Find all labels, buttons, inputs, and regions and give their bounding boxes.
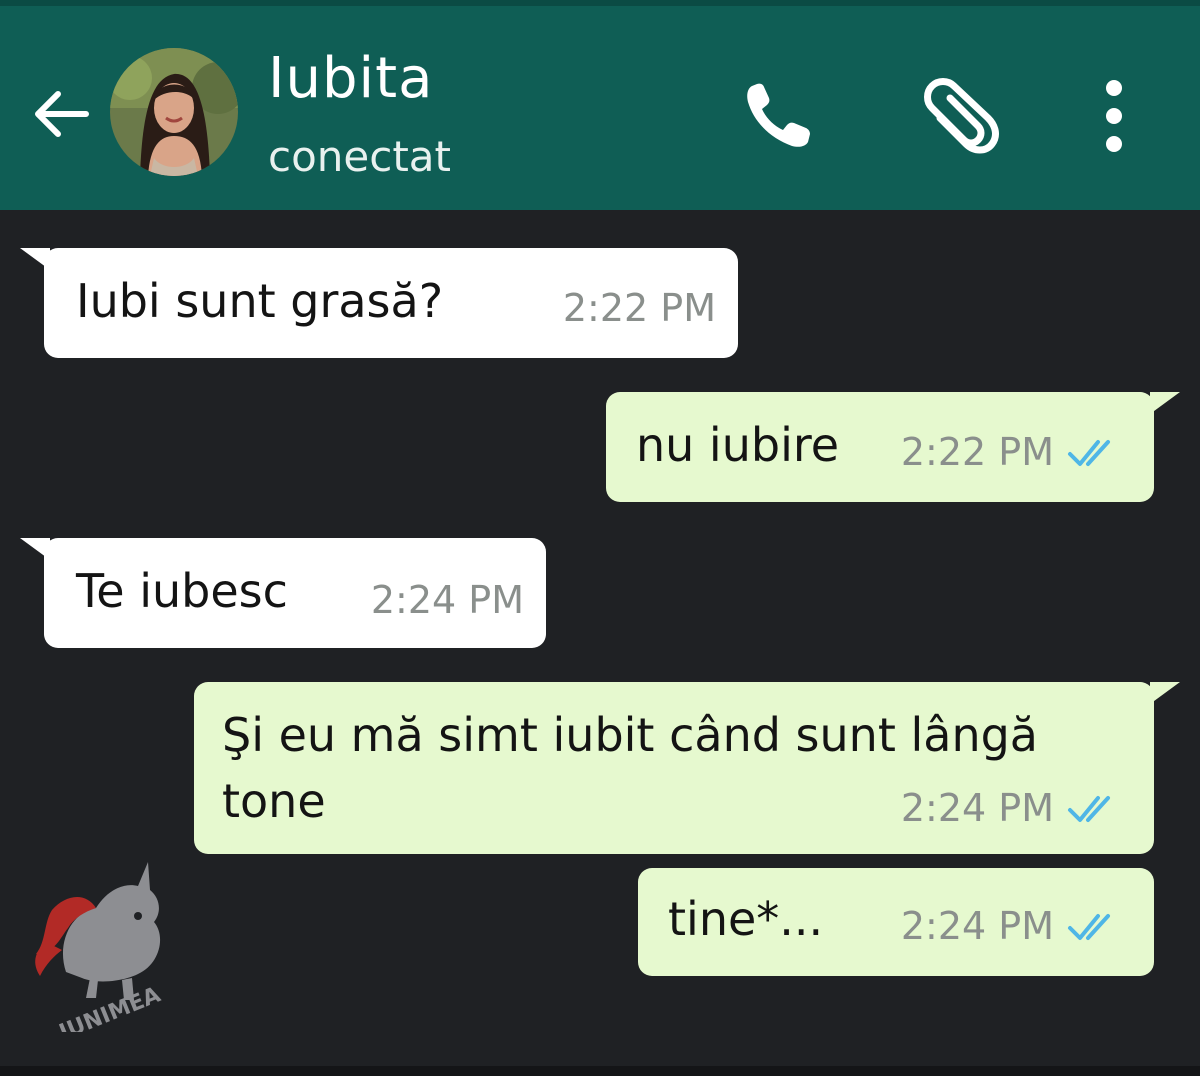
message-time: 2:22 PM [900, 430, 1054, 474]
contact-status: conectat [268, 132, 452, 181]
message-bubble-outgoing[interactable]: Şi eu mă simt iubit când sunt lângă tone… [194, 682, 1180, 854]
message-text: nu iubire [636, 418, 840, 472]
phone-icon[interactable] [738, 76, 818, 156]
back-arrow-icon[interactable] [28, 80, 96, 148]
paperclip-icon[interactable] [916, 78, 1000, 162]
avatar[interactable] [110, 48, 238, 176]
message-time: 2:24 PM [900, 786, 1054, 830]
message-text: Te iubesc [76, 564, 288, 618]
message-text-line: tone [222, 774, 326, 828]
read-ticks-icon [1068, 796, 1110, 822]
message-bubble-incoming[interactable]: Iubi sunt grasă? 2:22 PM [20, 248, 738, 358]
message-bubble-incoming[interactable]: Te iubesc 2:24 PM [20, 538, 546, 648]
more-vert-icon[interactable] [1094, 78, 1134, 154]
message-time: 2:22 PM [562, 286, 716, 330]
chat-header: Iubita conectat [0, 0, 1200, 210]
read-ticks-icon [1068, 914, 1110, 940]
message-text: Iubi sunt grasă? [76, 274, 444, 328]
message-time: 2:24 PM [900, 904, 1054, 948]
contact-name[interactable]: Iubita [268, 46, 433, 111]
unicorn-logo-icon: JUNIMEA [35, 862, 164, 1032]
read-ticks-icon [1068, 440, 1110, 466]
svg-text:JUNIMEA: JUNIMEA [54, 982, 164, 1032]
message-bubble-outgoing[interactable]: tine*... 2:24 PM [638, 868, 1154, 976]
message-bubble-outgoing[interactable]: nu iubire 2:22 PM [606, 392, 1180, 502]
message-text: tine*... [668, 892, 824, 946]
message-time: 2:24 PM [370, 578, 524, 622]
bottom-edge [0, 1066, 1200, 1076]
message-text-line: Şi eu mă simt iubit când sunt lângă [222, 708, 1038, 762]
